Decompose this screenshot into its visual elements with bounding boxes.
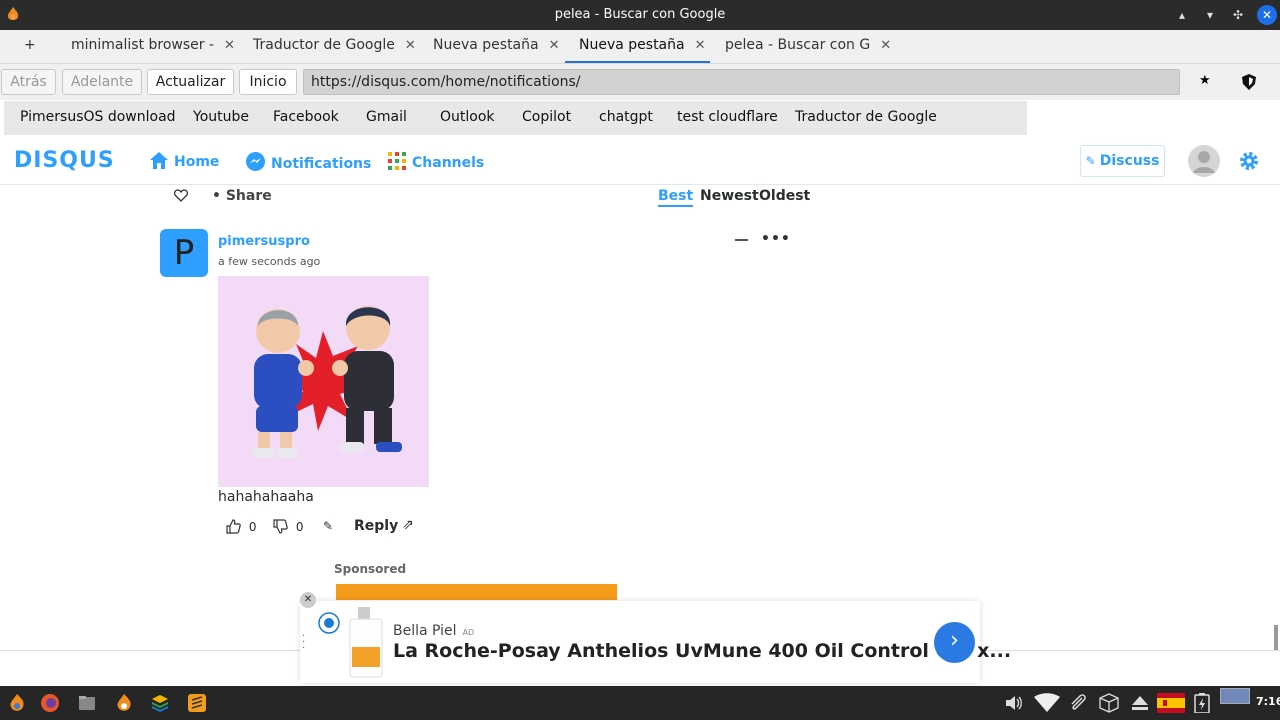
close-tab-icon[interactable]: ✕ — [695, 38, 706, 53]
nav-home[interactable]: Home — [150, 152, 219, 170]
comment-avatar[interactable]: P — [160, 229, 208, 277]
tab-pelea[interactable]: pelea - Buscar con G ✕ — [717, 30, 899, 63]
disqus-logo[interactable]: DISQUS — [14, 148, 115, 173]
heart-icon[interactable] — [174, 189, 188, 202]
thumbs-down-icon — [273, 519, 288, 534]
shield-icon[interactable] — [1242, 74, 1256, 90]
eject-icon[interactable] — [1130, 693, 1150, 713]
browser-app-icon[interactable] — [114, 693, 134, 713]
clock[interactable]: 7:16 — [1256, 695, 1280, 708]
close-ad-icon[interactable]: ✕ — [300, 592, 316, 608]
sort-newest[interactable]: Newest — [700, 188, 759, 204]
ad-next-button[interactable]: › — [934, 622, 975, 663]
more-options-icon[interactable]: ••• — [761, 231, 791, 247]
channels-grid-icon — [388, 152, 406, 170]
close-tab-icon[interactable]: ✕ — [405, 38, 416, 53]
share-icon[interactable]: ⇗ — [402, 517, 414, 533]
comment-author[interactable]: pimersuspro — [218, 234, 310, 249]
bookmark-youtube[interactable]: Youtube — [193, 109, 249, 125]
downvote-button[interactable]: 0 — [273, 519, 303, 534]
window-title: pelea - Buscar con Google — [554, 7, 726, 22]
window-titlebar: pelea - Buscar con Google ▴ ▾ ✣ ✕ — [0, 0, 1280, 30]
ad-menu-icon[interactable]: · · · — [302, 632, 305, 654]
home-button[interactable]: Inicio — [239, 69, 297, 95]
restore-button[interactable]: ✣ — [1228, 5, 1248, 25]
sponsored-ad-banner[interactable] — [336, 584, 617, 600]
edit-icon[interactable]: ✎ — [323, 519, 333, 533]
minimize-button[interactable]: ▴ — [1172, 5, 1192, 25]
fight-illustration — [252, 306, 402, 458]
bookmark-copilot[interactable]: Copilot — [522, 109, 571, 125]
url-input[interactable]: https://disqus.com/home/notifications/ — [303, 69, 1180, 95]
start-menu-icon[interactable] — [7, 693, 27, 713]
workspace-switcher[interactable] — [1220, 688, 1250, 704]
tab-minimalist-browser[interactable]: minimalist browser - ✕ — [63, 30, 243, 63]
ad-brand: Bella Piel AD — [393, 623, 475, 639]
nav-notifications[interactable]: Notifications — [246, 152, 371, 172]
sponsored-label: Sponsored — [334, 562, 407, 576]
wifi-icon[interactable] — [1034, 693, 1060, 713]
package-icon[interactable] — [1099, 693, 1119, 713]
messenger-icon — [246, 152, 265, 171]
sublime-text-icon[interactable] — [187, 693, 207, 713]
bookmark-traductor[interactable]: Traductor de Google — [795, 109, 937, 125]
disqus-header: DISQUS Home Notifications Channels ✎ Dis… — [0, 137, 1280, 185]
comment-timestamp[interactable]: a few seconds ago — [218, 255, 320, 268]
bookmark-pimersusos[interactable]: PimersusOS download — [20, 109, 176, 125]
tab-bar: + minimalist browser - ✕ Traductor de Goo… — [0, 30, 1280, 64]
bookmark-outlook[interactable]: Outlook — [440, 109, 495, 125]
bookmark-star-icon[interactable]: ★ — [1199, 73, 1211, 88]
spain-flag-icon[interactable] — [1157, 693, 1185, 713]
bookmark-test-cloudflare[interactable]: test cloudflare — [677, 109, 778, 125]
home-icon — [150, 152, 168, 169]
comment-thread: • Share Best Newest Oldest P pimersuspro… — [0, 185, 1280, 650]
bookmark-facebook[interactable]: Facebook — [273, 109, 339, 125]
firefox-icon[interactable] — [40, 693, 60, 713]
navigation-bar: Atrás Adelante Actualizar Inicio https:/… — [0, 64, 1280, 100]
tab-nueva-pestana-1[interactable]: Nueva pestaña ✕ — [425, 30, 568, 63]
comment-text: hahahahaaha — [218, 489, 314, 505]
upvote-button[interactable]: 0 — [226, 519, 256, 534]
sort-best[interactable]: Best — [658, 188, 694, 207]
edit-icon: ✎ — [1085, 154, 1100, 168]
user-avatar-icon[interactable] — [1188, 145, 1220, 177]
close-window-button[interactable]: ✕ — [1257, 5, 1277, 25]
share-link[interactable]: • Share — [212, 188, 272, 204]
thumbs-up-icon — [226, 519, 241, 534]
layers-app-icon[interactable] — [150, 693, 170, 713]
ad-title[interactable]: La Roche-Posay Anthelios UvMune 400 Oil … — [393, 640, 1011, 662]
discuss-button[interactable]: ✎ Discuss — [1080, 145, 1165, 177]
gear-icon[interactable] — [1238, 150, 1260, 172]
tab-traductor[interactable]: Traductor de Google ✕ — [245, 30, 424, 63]
maximize-button[interactable]: ▾ — [1200, 5, 1220, 25]
bookmark-chatgpt[interactable]: chatgpt — [599, 109, 653, 125]
comment-image[interactable] — [218, 276, 429, 487]
sort-oldest[interactable]: Oldest — [759, 188, 810, 204]
close-tab-icon[interactable]: ✕ — [224, 38, 235, 53]
close-tab-icon[interactable]: ✕ — [549, 38, 560, 53]
bookmark-gmail[interactable]: Gmail — [366, 109, 407, 125]
scrollbar[interactable] — [1274, 625, 1278, 650]
forward-button[interactable]: Adelante — [62, 69, 142, 95]
file-manager-icon[interactable] — [77, 693, 97, 713]
tab-nueva-pestana-2[interactable]: Nueva pestaña ✕ — [565, 30, 710, 63]
taskbar: 7:16 — [0, 686, 1280, 720]
floating-ad[interactable]: ✕ · · · Bella Piel AD La Roche-Posay Anthel… — [300, 592, 1011, 683]
bookmarks-bar: PimersusOS download Youtube Facebook Gma… — [0, 100, 1280, 137]
paperclip-icon[interactable] — [1068, 693, 1088, 713]
battery-icon[interactable] — [1194, 693, 1210, 713]
product-image — [349, 607, 383, 678]
volume-icon[interactable] — [1004, 693, 1024, 713]
collapse-icon[interactable] — [735, 239, 748, 241]
reply-button[interactable]: Reply — [354, 518, 398, 534]
ad-brand-logo-icon — [318, 612, 340, 634]
reload-button[interactable]: Actualizar — [147, 69, 234, 95]
close-tab-icon[interactable]: ✕ — [880, 38, 891, 53]
back-button[interactable]: Atrás — [1, 69, 56, 95]
nav-channels[interactable]: Channels — [388, 152, 484, 171]
new-tab-button[interactable]: + — [16, 30, 44, 63]
